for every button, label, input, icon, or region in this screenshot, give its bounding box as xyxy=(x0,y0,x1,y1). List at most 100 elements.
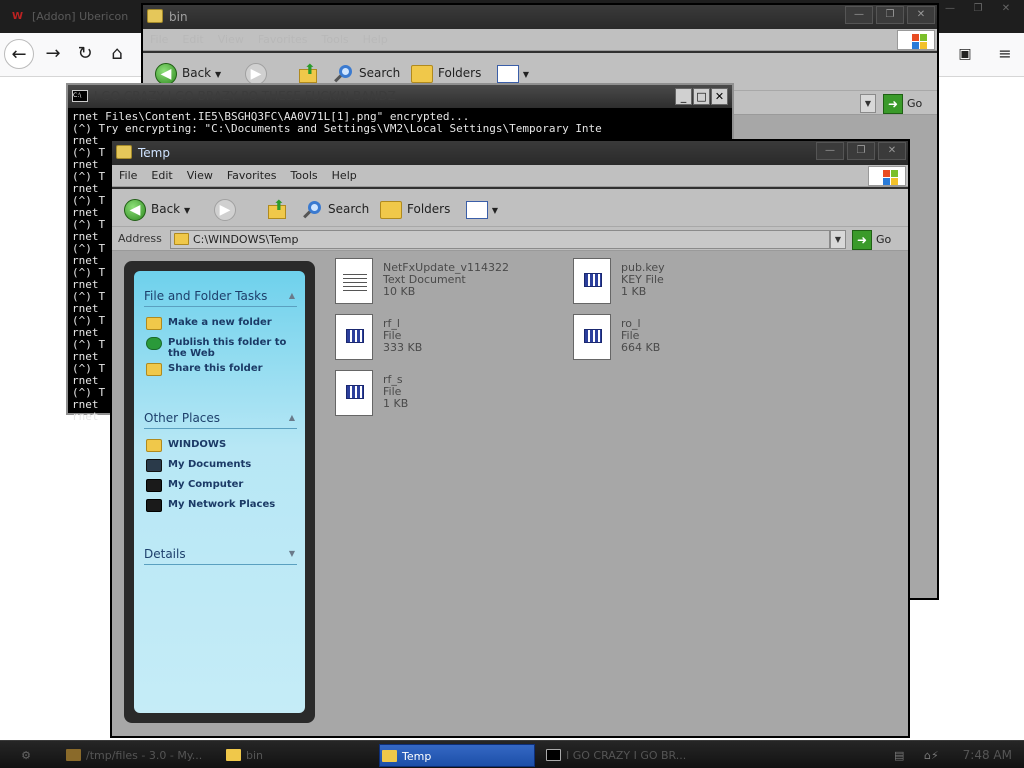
temp-go-button[interactable]: ➜ Go xyxy=(852,229,891,250)
temp-menu-file[interactable]: File xyxy=(112,165,144,187)
publish-folder-label: Publish this folder to the Web xyxy=(168,337,287,359)
bin-titlebar[interactable]: bin — ❐ ✕ xyxy=(143,5,937,29)
place-my-network[interactable]: My Network Places xyxy=(146,499,296,512)
bin-menu-favorites[interactable]: Favorites xyxy=(251,29,315,51)
browser-sidebar-icon[interactable]: ▣ xyxy=(950,39,980,69)
share-folder-link[interactable]: Share this folder xyxy=(146,363,296,376)
temp-close-button[interactable]: ✕ xyxy=(878,142,906,160)
go-arrow-icon: ➜ xyxy=(883,94,903,114)
views-icon xyxy=(497,64,519,83)
bin-menu-view[interactable]: View xyxy=(211,29,251,51)
temp-up-button[interactable]: ⬆ xyxy=(266,197,288,221)
browser-tab-title: [Addon] Ubericon xyxy=(32,10,129,23)
temp-folders-label: Folders xyxy=(407,202,451,216)
bin-maximize-button[interactable]: ❐ xyxy=(876,6,904,24)
taskbar-item-files[interactable]: /tmp/files - 3.0 - My... xyxy=(64,744,214,767)
bin-menu-file[interactable]: File xyxy=(143,29,175,51)
cmd-titlebar[interactable]: C:\ I GO CRAZY I GO BRAZY PO THESE FUCKI… xyxy=(68,85,732,108)
bin-back-button[interactable]: ◀ Back ▼ xyxy=(155,61,221,85)
taskbar: ⚙ /tmp/files - 3.0 - My... bin Temp I GO… xyxy=(0,740,1024,768)
temp-views-button[interactable]: ▼ xyxy=(466,197,498,221)
bin-go-label: Go xyxy=(907,97,923,110)
temp-menu-help[interactable]: Help xyxy=(325,165,364,187)
file-item[interactable]: pub.key KEY File 1 KB xyxy=(573,258,773,306)
network-tray-icon[interactable]: ⌂⚡ xyxy=(924,744,960,767)
temp-menu-tools[interactable]: Tools xyxy=(284,165,325,187)
cmd-maximize-button[interactable]: □ xyxy=(693,88,710,105)
app-icon xyxy=(66,749,81,761)
bin-menu-help[interactable]: Help xyxy=(356,29,395,51)
bin-back-label: Back xyxy=(182,66,212,80)
search-icon xyxy=(302,199,324,221)
temp-titlebar[interactable]: Temp — ❐ ✕ xyxy=(112,141,908,165)
generic-file-icon xyxy=(335,314,373,360)
place-my-network-label: My Network Places xyxy=(168,499,276,510)
temp-addressbar: Address C:\WINDOWS\Temp ▼ ➜ Go xyxy=(112,227,908,251)
cmd-icon: C:\ xyxy=(72,90,88,102)
temp-menu-favorites[interactable]: Favorites xyxy=(220,165,284,187)
temp-search-button[interactable]: Search xyxy=(302,197,369,221)
file-item[interactable]: rf_s File 1 KB xyxy=(335,370,535,418)
file-item[interactable]: NetFxUpdate_v114322 Text Document 10 KB xyxy=(335,258,535,306)
clock[interactable]: 7:48 AM xyxy=(963,741,1012,768)
other-places-title: Other Places xyxy=(144,411,221,425)
folders-icon xyxy=(380,200,402,219)
bin-menu-edit[interactable]: Edit xyxy=(175,29,210,51)
browser-minimize-button[interactable]: — xyxy=(936,0,964,18)
other-places-header[interactable]: Other Places ▲ xyxy=(144,407,297,429)
bin-search-button[interactable]: Search xyxy=(333,61,400,85)
temp-maximize-button[interactable]: ❐ xyxy=(847,142,875,160)
taskbar-item-bin[interactable]: bin xyxy=(224,744,374,767)
browser-back-icon[interactable]: ← xyxy=(4,39,34,69)
folder-icon xyxy=(226,749,241,761)
browser-maximize-button[interactable]: ❐ xyxy=(964,0,992,18)
temp-folders-button[interactable]: Folders xyxy=(380,197,450,221)
bin-close-button[interactable]: ✕ xyxy=(907,6,935,24)
bin-forward-button[interactable]: ▶ xyxy=(245,61,272,85)
temp-menu-edit[interactable]: Edit xyxy=(144,165,179,187)
temp-menu-view[interactable]: View xyxy=(180,165,220,187)
cmd-minimize-button[interactable]: _ xyxy=(675,88,692,105)
publish-folder-link[interactable]: Publish this folder to the Web xyxy=(146,337,296,359)
keyboard-icon[interactable]: ▤ xyxy=(894,744,914,767)
bin-up-button[interactable]: ⬆ xyxy=(297,61,319,85)
cmd-close-button[interactable]: ✕ xyxy=(711,88,728,105)
temp-minimize-button[interactable]: — xyxy=(816,142,844,160)
browser-reload-icon[interactable]: ↻ xyxy=(70,39,100,69)
temp-menubar: File Edit View Favorites Tools Help xyxy=(112,165,908,187)
file-folder-tasks-header[interactable]: File and Folder Tasks ▲ xyxy=(144,285,297,307)
bin-menubar: File Edit View Favorites Tools Help xyxy=(143,29,937,51)
file-item[interactable]: rf_l File 333 KB xyxy=(335,314,535,362)
taskbar-item-cmd[interactable]: I GO CRAZY I GO BR... xyxy=(544,744,704,767)
generic-file-icon xyxy=(573,258,611,304)
details-header[interactable]: Details ▼ xyxy=(144,543,297,565)
taskbar-item-cmd-label: I GO CRAZY I GO BR... xyxy=(566,749,687,762)
temp-back-button[interactable]: ◀ Back ▼ xyxy=(124,197,190,221)
browser-tab[interactable]: W [Addon] Ubericon xyxy=(4,4,140,30)
bin-minimize-button[interactable]: — xyxy=(845,6,873,24)
temp-forward-button[interactable]: ▶ xyxy=(214,197,241,221)
browser-home-icon[interactable]: ⌂ xyxy=(102,39,132,69)
address-input[interactable]: C:\WINDOWS\Temp xyxy=(170,230,830,249)
bin-views-button[interactable]: ▼ xyxy=(497,61,529,85)
file-item[interactable]: ro_l File 664 KB xyxy=(573,314,773,362)
start-button[interactable]: ⚙ xyxy=(6,744,46,767)
bin-folders-button[interactable]: Folders xyxy=(411,61,481,85)
generic-file-icon xyxy=(335,370,373,416)
browser-forward-icon[interactable]: → xyxy=(38,39,68,69)
browser-close-button[interactable]: ✕ xyxy=(992,0,1020,18)
bin-go-button[interactable]: ➜ Go xyxy=(883,93,922,114)
browser-menu-icon[interactable]: ≡ xyxy=(990,39,1020,69)
taskbar-item-temp[interactable]: Temp xyxy=(379,744,535,767)
new-folder-icon xyxy=(146,317,162,330)
bin-address-dropdown[interactable]: ▼ xyxy=(860,94,876,113)
place-my-documents[interactable]: My Documents xyxy=(146,459,296,472)
taskbar-item-files-label: /tmp/files - 3.0 - My... xyxy=(86,749,203,762)
address-value: C:\WINDOWS\Temp xyxy=(193,233,299,246)
place-my-computer[interactable]: My Computer xyxy=(146,479,296,492)
globe-icon xyxy=(146,337,162,350)
bin-menu-tools[interactable]: Tools xyxy=(315,29,356,51)
make-new-folder-link[interactable]: Make a new folder xyxy=(146,317,296,330)
place-windows[interactable]: WINDOWS xyxy=(146,439,296,452)
address-dropdown[interactable]: ▼ xyxy=(830,230,846,249)
